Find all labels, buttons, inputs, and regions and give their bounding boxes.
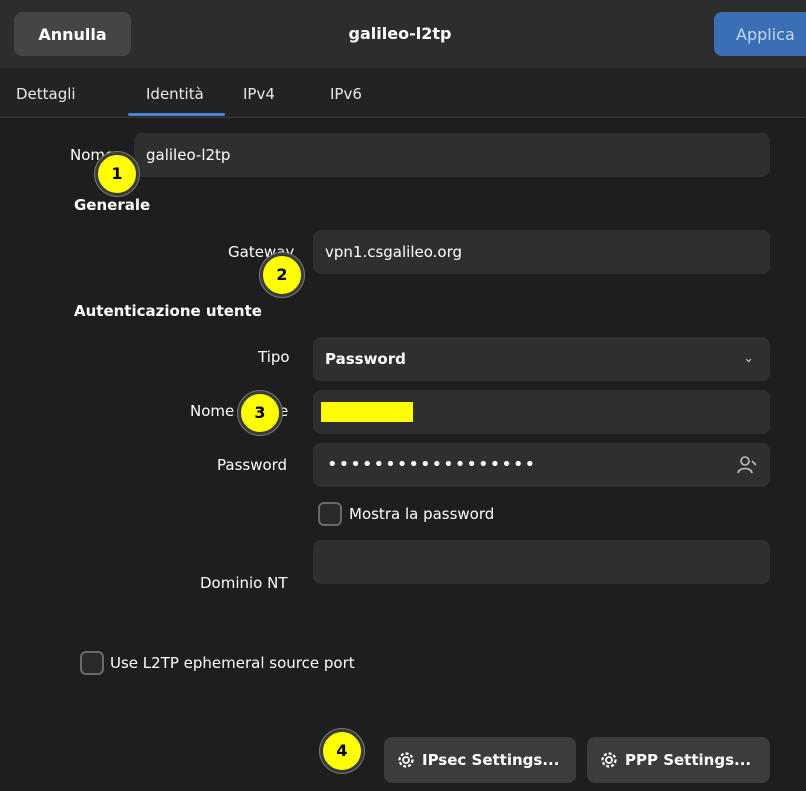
tab-bar: Dettagli Identità IPv4 IPv6 xyxy=(0,68,806,118)
username-input[interactable] xyxy=(313,390,770,434)
vpn-settings-dialog: Annulla galileo-l2tp Applica Dettagli Id… xyxy=(0,0,806,791)
auth-type-value: Password xyxy=(325,350,406,368)
tab-ipv4[interactable]: IPv4 xyxy=(243,85,275,103)
chevron-down-icon: ⌄ xyxy=(743,351,754,366)
tab-identity[interactable]: Identità xyxy=(146,85,204,103)
general-section-title: Generale xyxy=(74,196,151,214)
type-label: Tipo xyxy=(258,348,290,366)
gateway-input[interactable]: vpn1.csgalileo.org xyxy=(313,230,770,274)
ppp-settings-label: PPP Settings... xyxy=(625,751,752,769)
tab-details[interactable]: Dettagli xyxy=(16,85,76,103)
ephemeral-port-checkbox[interactable] xyxy=(80,651,104,675)
header-bar: Annulla galileo-l2tp Applica xyxy=(0,0,806,68)
redacted-username-highlight xyxy=(321,402,413,422)
password-input[interactable]: •••••••••••••••••• xyxy=(313,443,770,487)
gear-icon xyxy=(601,752,617,768)
auth-type-select[interactable]: Password ⌄ xyxy=(313,337,770,381)
password-storage-icon[interactable] xyxy=(736,455,758,475)
annotation-marker-4: 4 xyxy=(320,729,364,773)
ipsec-settings-label: IPsec Settings... xyxy=(422,751,560,769)
name-value: galileo-l2tp xyxy=(146,146,231,164)
gear-icon xyxy=(398,752,414,768)
annotation-marker-2: 2 xyxy=(260,253,304,297)
show-password-label: Mostra la password xyxy=(349,505,495,523)
show-password-checkbox[interactable] xyxy=(318,502,342,526)
nt-domain-input[interactable] xyxy=(313,540,770,584)
annotation-marker-1: 1 xyxy=(95,152,139,196)
annotation-marker-3: 3 xyxy=(238,391,282,435)
tab-ipv6[interactable]: IPv6 xyxy=(330,85,362,103)
nt-domain-label: Dominio NT xyxy=(200,574,288,592)
gateway-value: vpn1.csgalileo.org xyxy=(325,243,463,261)
ipsec-settings-button[interactable]: IPsec Settings... xyxy=(384,737,576,783)
active-tab-indicator xyxy=(128,113,225,116)
ephemeral-port-label: Use L2TP ephemeral source port xyxy=(110,654,355,672)
dialog-title: galileo-l2tp xyxy=(348,24,452,43)
password-dots: •••••••••••••••••• xyxy=(327,454,537,475)
apply-button[interactable]: Applica xyxy=(714,12,806,56)
ppp-settings-button[interactable]: PPP Settings... xyxy=(587,737,770,783)
cancel-button[interactable]: Annulla xyxy=(14,12,131,56)
auth-section-title: Autenticazione utente xyxy=(74,302,262,320)
name-input[interactable]: galileo-l2tp xyxy=(134,133,770,177)
password-label: Password xyxy=(217,456,288,474)
